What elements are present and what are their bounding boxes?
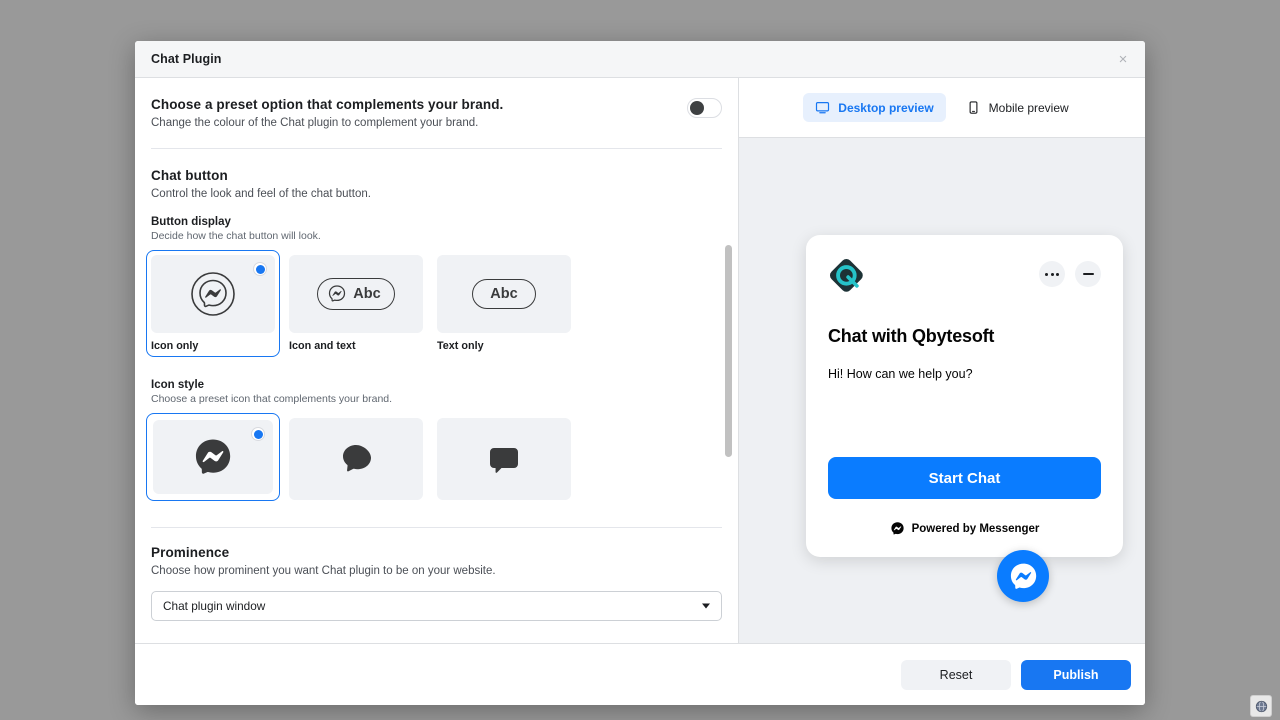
icon-style-group: Icon style Choose a preset icon that com… bbox=[151, 379, 722, 501]
scrollbar-thumb[interactable] bbox=[725, 245, 732, 457]
option-preview bbox=[151, 255, 275, 333]
icon-style-label: Icon style bbox=[151, 379, 722, 391]
prominence-select[interactable]: Chat plugin window bbox=[151, 591, 722, 621]
powered-by-label: Powered by Messenger bbox=[912, 523, 1040, 535]
widget-title: Chat with Qbytesoft bbox=[828, 326, 1101, 347]
prominence-label: Prominence bbox=[151, 544, 722, 561]
publish-button[interactable]: Publish bbox=[1021, 660, 1131, 690]
option-preview bbox=[153, 420, 273, 494]
powered-by-messenger: Powered by Messenger bbox=[806, 521, 1123, 536]
button-display-option-text-only[interactable]: Abc Text only bbox=[437, 255, 571, 357]
preset-description: Change the colour of the Chat plugin to … bbox=[151, 115, 503, 131]
close-icon[interactable]: × bbox=[1114, 50, 1132, 68]
option-preview-text: Abc bbox=[490, 286, 517, 302]
messenger-outline-icon bbox=[327, 284, 347, 304]
chat-widget-preview: Chat with Qbytesoft Hi! How can we help … bbox=[806, 235, 1123, 557]
widget-controls bbox=[1039, 261, 1101, 287]
square-speech-bubble-icon bbox=[485, 440, 523, 478]
button-display-options: Icon only Abc bbox=[151, 255, 722, 357]
icon-style-option-messenger[interactable] bbox=[146, 413, 280, 501]
settings-scrollbar[interactable] bbox=[725, 78, 733, 643]
tray-globe-button[interactable] bbox=[1250, 695, 1272, 717]
button-display-option-icon-only[interactable]: Icon only bbox=[146, 250, 280, 357]
tab-label: Desktop preview bbox=[838, 101, 933, 115]
preview-panel: Desktop preview Mobile preview bbox=[739, 78, 1145, 643]
globe-icon bbox=[1254, 699, 1269, 714]
icon-style-option-square-bubble[interactable] bbox=[437, 418, 571, 501]
icon-style-option-round-bubble[interactable] bbox=[289, 418, 423, 501]
preview-tabs: Desktop preview Mobile preview bbox=[739, 78, 1145, 138]
preset-title: Choose a preset option that complements … bbox=[151, 96, 503, 113]
icon-style-description: Choose a preset icon that complements yo… bbox=[151, 392, 722, 406]
prominence-group: Prominence Choose how prominent you want… bbox=[151, 544, 722, 621]
desktop-monitor-icon bbox=[815, 100, 830, 115]
preview-stage: Chat with Qbytesoft Hi! How can we help … bbox=[739, 138, 1145, 643]
option-preview: Abc bbox=[437, 255, 571, 333]
more-options-icon[interactable] bbox=[1039, 261, 1065, 287]
prominence-selected-value: Chat plugin window bbox=[163, 599, 265, 613]
divider bbox=[151, 527, 722, 528]
page-title: Chat Plugin bbox=[151, 52, 222, 66]
preset-section: Choose a preset option that complements … bbox=[151, 78, 722, 149]
messenger-icon bbox=[890, 521, 905, 536]
button-display-description: Decide how the chat button will look. bbox=[151, 229, 722, 243]
widget-header bbox=[828, 257, 1101, 299]
modal-body: Choose a preset option that complements … bbox=[135, 78, 1145, 643]
prominence-description: Choose how prominent you want Chat plugi… bbox=[151, 563, 722, 579]
icon-style-options bbox=[151, 418, 722, 501]
preset-toggle[interactable] bbox=[687, 98, 722, 118]
tab-label: Mobile preview bbox=[989, 101, 1069, 115]
option-label: Text only bbox=[437, 340, 571, 356]
chat-button-title: Chat button bbox=[151, 167, 722, 184]
modal-header: Chat Plugin × bbox=[135, 41, 1145, 78]
messenger-fab-button[interactable] bbox=[997, 550, 1049, 602]
tab-mobile-preview[interactable]: Mobile preview bbox=[954, 93, 1081, 122]
option-preview-text: Abc bbox=[353, 286, 380, 302]
button-display-option-icon-and-text[interactable]: Abc Icon and text bbox=[289, 255, 423, 357]
option-label: Icon only bbox=[151, 340, 275, 356]
chat-button-section: Chat button Control the look and feel of… bbox=[151, 149, 722, 202]
radio-selected[interactable] bbox=[253, 262, 267, 276]
settings-panel: Choose a preset option that complements … bbox=[135, 78, 739, 643]
modal-footer: Reset Publish bbox=[135, 643, 1145, 705]
option-preview bbox=[437, 418, 571, 500]
qbytesoft-logo bbox=[828, 257, 870, 299]
option-preview bbox=[289, 418, 423, 500]
messenger-icon bbox=[1008, 561, 1039, 592]
option-preview: Abc bbox=[289, 255, 423, 333]
mobile-phone-icon bbox=[966, 100, 981, 115]
round-speech-bubble-icon bbox=[336, 439, 376, 479]
messenger-filled-icon bbox=[192, 436, 234, 478]
start-chat-button[interactable]: Start Chat bbox=[828, 457, 1101, 499]
button-display-label: Button display bbox=[151, 216, 722, 228]
chat-plugin-modal: Chat Plugin × Choose a preset option tha… bbox=[135, 41, 1145, 705]
option-label: Icon and text bbox=[289, 340, 423, 356]
chevron-down-icon bbox=[702, 604, 710, 609]
minimize-icon[interactable] bbox=[1075, 261, 1101, 287]
chat-button-description: Control the look and feel of the chat bu… bbox=[151, 186, 722, 202]
messenger-outline-circle-icon bbox=[190, 271, 236, 317]
settings-scroll-area: Choose a preset option that complements … bbox=[135, 78, 738, 643]
radio-selected[interactable] bbox=[251, 427, 265, 441]
toggle-knob bbox=[690, 101, 704, 115]
tab-desktop-preview[interactable]: Desktop preview bbox=[803, 93, 945, 122]
widget-greeting: Hi! How can we help you? bbox=[828, 367, 1101, 381]
reset-button[interactable]: Reset bbox=[901, 660, 1011, 690]
button-display-group: Button display Decide how the chat butto… bbox=[151, 216, 722, 357]
